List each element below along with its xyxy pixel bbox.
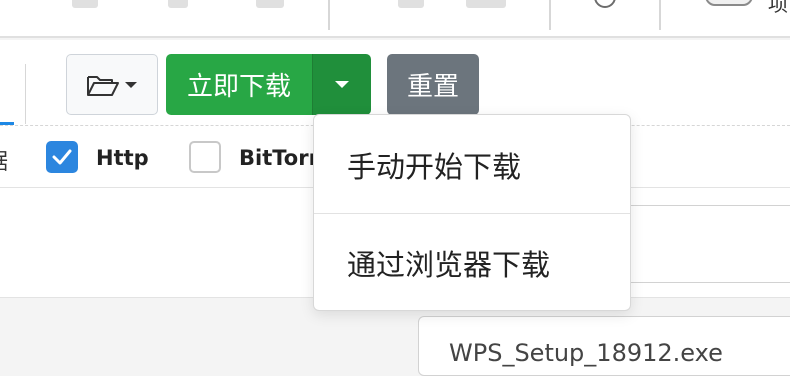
toolbar-icon-5[interactable] [466, 0, 506, 8]
bittorrent-checkbox[interactable] [189, 141, 221, 173]
open-folder-button[interactable] [66, 54, 158, 115]
download-options-menu: 手动开始下载 通过浏览器下载 [313, 114, 631, 311]
download-now-button[interactable]: 立即下载 [166, 54, 312, 115]
reset-button[interactable]: 重置 [387, 54, 479, 115]
toolbar-icon-3[interactable] [256, 0, 284, 8]
http-label: Http [96, 146, 149, 170]
caret-down-icon [335, 81, 349, 88]
help-icon[interactable] [594, 0, 616, 8]
toolbar-icon-1[interactable] [72, 0, 98, 8]
menu-item-manual-start[interactable]: 手动开始下载 [314, 117, 630, 213]
chevron-down-icon [125, 81, 137, 88]
http-checkbox[interactable] [46, 141, 78, 173]
folder-open-icon [87, 75, 119, 96]
toolbar-separator [549, 0, 551, 30]
menu-item-browser-download[interactable]: 通过浏览器下载 [314, 215, 630, 311]
filename-value: WPS_Setup_18912.exe [449, 339, 723, 367]
row-divider [25, 64, 26, 124]
top-toolbar: 项 [0, 0, 790, 38]
toolbar-separator [328, 0, 330, 30]
protocol-cut-label: 据 [0, 144, 8, 176]
toolbar-cut-label: 项 [768, 0, 788, 16]
active-tab-indicator [0, 122, 14, 125]
bittorrent-label: BitTorr [239, 146, 319, 170]
checkmark-icon [52, 149, 72, 165]
download-options-toggle[interactable] [312, 54, 371, 115]
filename-field[interactable]: WPS_Setup_18912.exe [418, 316, 790, 376]
toolbar-icon-4[interactable] [398, 0, 424, 8]
menu-divider [314, 213, 630, 214]
toolbar-separator [659, 0, 661, 30]
toggle-switch[interactable] [705, 0, 753, 6]
toolbar-icon-2[interactable] [168, 0, 188, 8]
